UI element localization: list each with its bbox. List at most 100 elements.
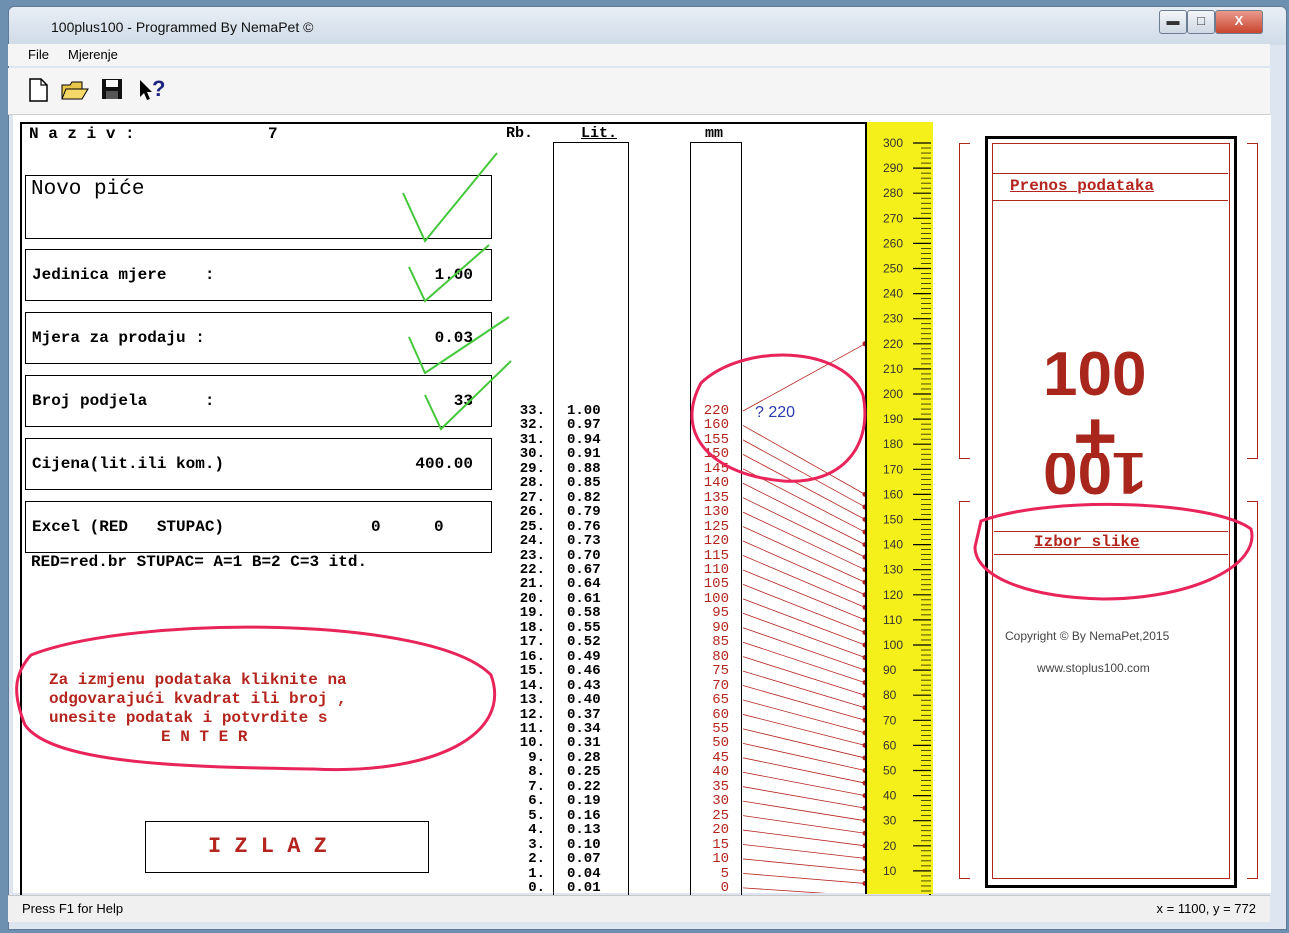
open-folder-icon[interactable] — [60, 77, 89, 105]
izbor-slike-label: Izbor slike — [1034, 533, 1140, 551]
rb-cell: 25. — [519, 518, 545, 535]
lit-cell: 0.67 — [567, 561, 601, 578]
rb-cell: 21. — [519, 576, 545, 593]
cijena-field[interactable]: Cijena(lit.ili kom.) 400.00 — [25, 438, 492, 490]
jedinica-mjere-field[interactable]: Jedinica mjere : 1.00 — [25, 249, 492, 301]
connector-line — [742, 555, 866, 608]
ruler-label: 190 — [883, 412, 903, 426]
lit-cell: 0.85 — [567, 475, 601, 492]
lit-cell: 1.00 — [567, 403, 601, 419]
lit-cell: 0.61 — [567, 590, 601, 607]
excel-red-value[interactable]: 0 — [371, 518, 381, 536]
lit-cell: 0.91 — [567, 446, 601, 463]
instructions-text: Za izmjenu podataka kliknite na odgovara… — [49, 671, 347, 747]
lit-cell: 0.19 — [567, 793, 601, 810]
lit-cell: 0.97 — [567, 417, 601, 434]
ruler-label: 70 — [883, 713, 897, 727]
broj-podjela-field[interactable]: Broj podjela : 33 — [25, 375, 492, 427]
rb-cell: 14. — [519, 677, 545, 694]
ruler-label: 260 — [883, 236, 903, 250]
instruction-line-1: Za izmjenu podataka kliknite na — [49, 671, 347, 689]
rb-cell: 29. — [519, 460, 545, 477]
lit-cell: 0.10 — [567, 836, 601, 853]
connector-lines — [742, 341, 868, 893]
ruler-label: 230 — [883, 312, 903, 326]
rb-cell: 30. — [519, 446, 545, 463]
rb-cell: 33. — [519, 403, 545, 419]
rb-header: Rb. — [506, 125, 534, 142]
jedinica-mjere-value: 1.00 — [434, 266, 473, 284]
izbor-slike-button[interactable]: Izbor slike — [994, 531, 1228, 555]
connector-line — [742, 425, 866, 495]
connector-line — [742, 468, 866, 533]
mjera-za-prodaju-label: Mjera za prodaju : — [32, 329, 205, 347]
close-button[interactable]: X — [1215, 10, 1263, 34]
rb-cell: 12. — [519, 706, 545, 723]
toolbar: ? — [8, 68, 1270, 115]
connector-line — [742, 757, 866, 784]
broj-podjela-value: 33 — [453, 392, 473, 410]
rb-cell: 9. — [528, 749, 545, 766]
connector-line — [742, 497, 866, 558]
bracket-left-top — [959, 143, 970, 459]
drink-name-field[interactable]: Novo piće — [25, 175, 492, 239]
new-file-icon[interactable] — [24, 77, 52, 105]
rb-cell: 1. — [528, 865, 545, 882]
connector-line — [742, 511, 866, 571]
ruler-label: 100 — [883, 638, 903, 652]
minimize-button[interactable]: ▬ — [1159, 10, 1187, 34]
lit-cell: 0.28 — [567, 749, 601, 766]
ruler-label: 30 — [883, 814, 897, 828]
window-title: 100plus100 - Programmed By NemaPet © — [51, 19, 314, 35]
lit-cell: 0.49 — [567, 648, 601, 665]
connector-line — [742, 526, 866, 583]
ruler-label: 280 — [883, 186, 903, 200]
mjera-za-prodaju-value: 0.03 — [434, 329, 473, 347]
mjera-za-prodaju-field[interactable]: Mjera za prodaju : 0.03 — [25, 312, 492, 364]
bracket-right-bottom — [1247, 501, 1258, 879]
exit-label: I Z L A Z — [208, 834, 327, 859]
exit-button[interactable]: I Z L A Z — [145, 821, 429, 873]
connector-line — [742, 742, 866, 771]
ruler-label: 210 — [883, 362, 903, 376]
bracket-right-top — [1247, 143, 1258, 459]
copyright-text: Copyright © By NemaPet,2015 — [1005, 629, 1170, 643]
maximize-button[interactable]: □ — [1187, 10, 1215, 34]
bracket-left-bottom — [959, 501, 970, 879]
save-disk-icon[interactable] — [98, 77, 126, 105]
instruction-line-2: odgovarajući kvadrat ili broj , — [49, 690, 347, 708]
drink-name-value: Novo piće — [31, 178, 145, 201]
menu-file[interactable]: File — [28, 47, 49, 62]
connector-line — [742, 343, 866, 412]
connector-line — [742, 815, 866, 834]
rb-cell: 15. — [519, 663, 545, 680]
excel-stupac-value[interactable]: 0 — [434, 518, 444, 536]
title-bar: 100plus100 - Programmed By NemaPet © ▬ □… — [9, 7, 1286, 45]
ruler-label: 290 — [883, 161, 903, 175]
lit-cell: 0.76 — [567, 518, 601, 535]
rb-cell: 0. — [528, 879, 545, 896]
rb-cell: 18. — [519, 619, 545, 636]
ruler-label: 140 — [883, 538, 903, 552]
naziv-number[interactable]: 7 — [268, 125, 278, 143]
lit-cell: 0.94 — [567, 431, 601, 448]
connector-line — [742, 439, 866, 508]
lit-cell: 0.07 — [567, 851, 601, 868]
lit-cell: 0.25 — [567, 764, 601, 781]
jedinica-mjere-label: Jedinica mjere : — [32, 266, 215, 284]
connector-line — [742, 540, 866, 596]
excel-field[interactable]: Excel (RED STUPAC) 0 0 — [25, 501, 492, 553]
help-pointer-icon[interactable]: ? — [136, 76, 165, 105]
connector-line — [742, 887, 827, 893]
lit-cell: 0.82 — [567, 489, 601, 506]
rb-column: 33. 32. 31. 30. 29. 28. 27. 26. 25. 24. 23. 22. 21. 2… — [505, 403, 545, 896]
rb-cell: 11. — [519, 720, 545, 737]
lit-cell: 0.40 — [567, 692, 601, 709]
lit-cell: 0.13 — [567, 822, 601, 839]
ruler-label: 270 — [883, 211, 903, 225]
prenos-podataka-button[interactable]: Prenos podataka — [992, 173, 1228, 201]
rb-cell: 16. — [519, 648, 545, 665]
rb-cell: 24. — [519, 533, 545, 550]
menu-mjerenje[interactable]: Mjerenje — [68, 47, 118, 62]
lit-header: Lit. — [581, 125, 618, 142]
